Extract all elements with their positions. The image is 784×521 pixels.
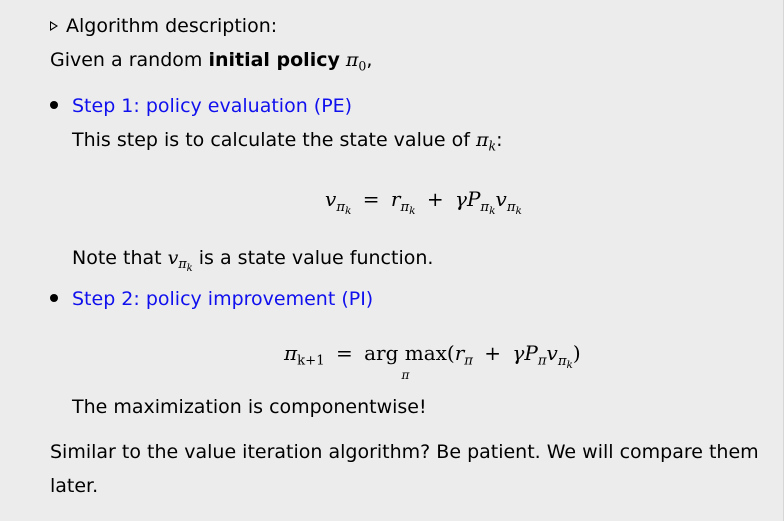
bullet-icon <box>50 101 58 109</box>
step2-title: Step 2: policy improvement (PI) <box>72 288 374 310</box>
algorithm-header-label: Algorithm description: <box>66 15 278 37</box>
note-suffix: is a state value function. <box>198 247 434 269</box>
intro-symbol: π0 <box>345 49 367 74</box>
closing-line-2: later. <box>50 475 99 497</box>
bullet-icon <box>50 294 58 302</box>
intro-bold-term: initial policy <box>208 49 340 71</box>
step1-desc-suffix: : <box>496 129 503 151</box>
intro-line: Given a random initial policy π0, <box>50 48 372 72</box>
step1-desc-symbol: πk <box>475 129 497 154</box>
argmax-operator: arg max π <box>364 341 447 382</box>
step1-desc-prefix: This step is to calculate the state valu… <box>72 129 470 151</box>
slide: Algorithm description: Given a random in… <box>0 0 784 521</box>
step1-item: Step 1: policy evaluation (PE) <box>50 94 352 118</box>
algorithm-header: Algorithm description: <box>50 14 277 38</box>
closing-line-1: Similar to the value iteration algorithm… <box>50 441 759 463</box>
step1-note: Note that vπk is a state value function. <box>72 246 434 275</box>
step1-description: This step is to calculate the state valu… <box>72 128 502 152</box>
note-symbol: vπk <box>167 247 193 275</box>
step2-item: Step 2: policy improvement (PI) <box>50 287 373 311</box>
intro-suffix: , <box>366 49 373 71</box>
intro-prefix: Given a random <box>50 49 203 71</box>
step1-title: Step 1: policy evaluation (PE) <box>72 95 353 117</box>
pe-equation: vπk = rπk + γPπkvπk <box>325 187 522 217</box>
step2-remark: The maximization is componentwise! <box>72 396 427 418</box>
note-prefix: Note that <box>72 247 162 269</box>
pi-equation: πk+1 = arg max π (rπ + γPπvπk) <box>284 341 581 382</box>
triangle-bullet-icon <box>50 21 58 31</box>
